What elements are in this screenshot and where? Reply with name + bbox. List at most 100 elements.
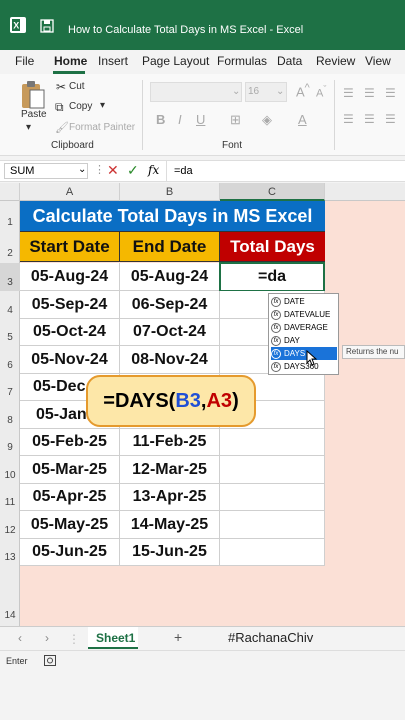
underline-icon[interactable]: U — [196, 112, 205, 127]
tab-page-layout[interactable]: Page Layout — [142, 54, 209, 68]
bottom-area — [0, 670, 405, 720]
table-cell[interactable]: 05-Oct-24 — [20, 319, 120, 346]
name-box-dropdown-icon[interactable]: ⌄ — [78, 164, 86, 175]
row-header[interactable]: 10 — [0, 456, 20, 484]
next-sheet-icon[interactable]: › — [45, 631, 49, 645]
row-header[interactable]: 4 — [0, 291, 20, 319]
tab-formulas[interactable]: Formulas — [217, 54, 267, 68]
format-painter-icon[interactable]: 🖌 — [55, 121, 69, 134]
tab-file[interactable]: File — [15, 54, 34, 68]
fill-color-icon[interactable]: ◈ — [262, 112, 272, 128]
row-headers: 1 2 3 4 5 6 7 8 9 10 11 12 13 14 — [0, 201, 20, 626]
row-header[interactable]: 1 — [0, 201, 20, 232]
paste-icon[interactable] — [20, 80, 46, 110]
select-all-corner[interactable] — [0, 183, 20, 201]
sheet-tab-bar: ‹ › ⋮ Sheet1 + #RachanaChiv — [0, 626, 405, 650]
formula-input[interactable]: =da — [174, 165, 193, 177]
add-sheet-icon[interactable]: + — [174, 629, 182, 645]
grow-font-icon[interactable]: A^ — [296, 82, 310, 99]
align-left-icon[interactable]: ☰ — [343, 112, 354, 126]
tab-view[interactable]: View — [365, 54, 391, 68]
row-header[interactable]: 5 — [0, 319, 20, 346]
active-cell-c3[interactable]: =da — [219, 262, 325, 292]
row-header[interactable]: 9 — [0, 429, 20, 456]
font-color-icon[interactable]: A — [298, 112, 307, 127]
table-cell[interactable] — [220, 429, 325, 456]
header-total-days[interactable]: Total Days — [220, 232, 325, 262]
tab-home[interactable]: Home — [54, 54, 87, 68]
sheet-title-cell[interactable]: Calculate Total Days in MS Excel — [20, 201, 325, 232]
font-group-label: Font — [222, 140, 243, 151]
table-cell[interactable]: 15-Jun-25 — [120, 539, 220, 566]
align-middle-icon[interactable]: ☰ — [364, 86, 375, 100]
sheet-tab-sheet1[interactable]: Sheet1 — [96, 631, 135, 645]
row-header[interactable]: 7 — [0, 374, 20, 401]
copy-icon[interactable]: ⧉ — [55, 100, 64, 115]
function-tooltip: Returns the nu — [342, 345, 405, 359]
table-cell[interactable] — [220, 511, 325, 539]
table-cell[interactable]: 13-Apr-25 — [120, 484, 220, 511]
autocomplete-item-day[interactable]: fx DAY — [271, 334, 337, 347]
table-cell[interactable]: 05-Jun-25 — [20, 539, 120, 566]
prev-sheet-icon[interactable]: ‹ — [18, 631, 22, 645]
enter-icon[interactable]: ✓ — [127, 162, 139, 179]
row-header[interactable]: 12 — [0, 511, 20, 539]
tab-review[interactable]: Review — [316, 54, 355, 68]
column-header-c[interactable]: C — [220, 183, 325, 201]
autocomplete-item-datevalue[interactable]: fx DATEVALUE — [271, 308, 337, 321]
borders-icon[interactable]: ⊞ — [230, 112, 241, 128]
autocomplete-item-days[interactable]: fx DAYS — [271, 347, 337, 360]
italic-icon[interactable]: I — [178, 112, 182, 127]
table-cell[interactable]: 11-Feb-25 — [120, 429, 220, 456]
column-header-b[interactable]: B — [120, 183, 220, 201]
table-cell[interactable]: 05-Aug-24 — [20, 263, 120, 291]
table-cell[interactable]: 12-Mar-25 — [120, 456, 220, 484]
cut-button[interactable]: Cut — [69, 81, 85, 92]
table-cell[interactable]: 05-Sep-24 — [20, 291, 120, 319]
table-cell[interactable]: 08-Nov-24 — [120, 346, 220, 374]
column-header-a[interactable]: A — [20, 183, 120, 201]
align-center-icon[interactable]: ☰ — [364, 112, 375, 126]
row-header[interactable]: 8 — [0, 401, 20, 429]
table-cell[interactable]: 05-Feb-25 — [20, 429, 120, 456]
tab-data[interactable]: Data — [277, 54, 302, 68]
table-cell[interactable]: 14-May-25 — [120, 511, 220, 539]
table-cell[interactable]: 05-Apr-25 — [20, 484, 120, 511]
autocomplete-item-date[interactable]: fx DATE — [271, 295, 337, 308]
autocomplete-item-daverage[interactable]: fx DAVERAGE — [271, 321, 337, 334]
autocomplete-item-days360[interactable]: fx DAYS360 — [271, 360, 337, 373]
function-icon: fx — [271, 309, 281, 320]
shrink-font-icon[interactable]: Aˇ — [316, 84, 326, 100]
align-bottom-icon[interactable]: ☰ — [385, 86, 396, 100]
header-start-date[interactable]: Start Date — [20, 232, 120, 262]
align-right-icon[interactable]: ☰ — [385, 112, 396, 126]
table-cell[interactable]: 05-Nov-24 — [20, 346, 120, 374]
font-name-select[interactable] — [150, 82, 242, 102]
row-header[interactable]: 11 — [0, 484, 20, 511]
insert-function-icon[interactable]: fx — [148, 163, 159, 177]
row-header[interactable]: 6 — [0, 346, 20, 374]
format-painter-button[interactable]: Format Painter — [69, 122, 135, 133]
table-cell[interactable]: 05-May-25 — [20, 511, 120, 539]
table-cell[interactable]: 05-Mar-25 — [20, 456, 120, 484]
paste-button[interactable]: Paste — [21, 109, 47, 120]
bold-icon[interactable]: B — [156, 112, 165, 127]
row-header[interactable]: 13 — [0, 539, 20, 566]
cut-icon[interactable]: ✂ — [56, 80, 66, 94]
row-header[interactable]: 3 — [0, 263, 20, 291]
row-header[interactable]: 2 — [0, 232, 20, 263]
table-cell[interactable] — [220, 539, 325, 566]
table-cell[interactable]: 06-Sep-24 — [120, 291, 220, 319]
copy-button[interactable]: Copy — [69, 101, 92, 112]
table-cell[interactable]: 07-Oct-24 — [120, 319, 220, 346]
align-top-icon[interactable]: ☰ — [343, 86, 354, 100]
macro-record-icon[interactable] — [44, 655, 56, 666]
row-header[interactable]: 14 — [0, 566, 20, 626]
save-icon[interactable] — [40, 19, 54, 33]
table-cell[interactable] — [220, 484, 325, 511]
cancel-icon[interactable]: ✕ — [107, 162, 119, 179]
table-cell[interactable]: 05-Aug-24 — [120, 263, 220, 291]
header-end-date[interactable]: End Date — [120, 232, 220, 262]
tab-insert[interactable]: Insert — [98, 54, 128, 68]
table-cell[interactable] — [220, 456, 325, 484]
